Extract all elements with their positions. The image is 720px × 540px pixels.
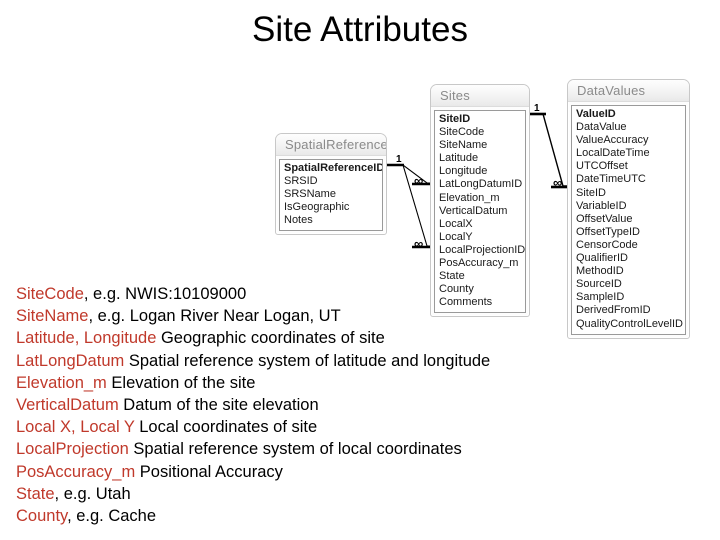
- attribute-line: County, e.g. Cache: [16, 505, 616, 527]
- attribute-line: LatLongDatum Spatial reference system of…: [16, 350, 616, 372]
- er-field: SRSID: [284, 175, 318, 188]
- er-field: DataValue: [576, 121, 627, 134]
- er-field: LocalProjectionID: [439, 243, 525, 256]
- attribute-name: VerticalDatum: [16, 396, 119, 415]
- attribute-name: County: [16, 507, 68, 526]
- cardinality-label-one-spatialrefs: 1: [396, 154, 402, 165]
- attribute-name: PosAccuracy_m: [16, 462, 136, 481]
- er-field: LocalDateTime: [576, 147, 650, 160]
- attribute-line: SiteName, e.g. Logan River Near Logan, U…: [16, 305, 616, 327]
- attribute-line: VerticalDatum Datum of the site elevatio…: [16, 394, 616, 416]
- attribute-name: Local X, Local Y: [16, 418, 135, 437]
- er-field: LocalX: [439, 217, 473, 230]
- er-field: DateTimeUTC: [576, 173, 646, 186]
- attribute-line: Local X, Local Y Local coordinates of si…: [16, 416, 616, 438]
- er-field: ValueID: [576, 108, 616, 120]
- cardinality-label-many-latlongdatum: ∞: [414, 173, 424, 188]
- er-field: SiteName: [439, 139, 488, 152]
- er-field-list-spatialreferences: SpatialReferenceID SRSID SRSName IsGeograph…: [279, 159, 383, 232]
- attribute-description: Datum of the site elevation: [118, 396, 319, 415]
- er-field: Latitude: [439, 152, 479, 165]
- er-field: SiteID: [576, 186, 606, 199]
- attribute-line: Latitude, Longitude Geographic coordinat…: [16, 327, 616, 349]
- er-table-title-sites: Sites: [431, 85, 529, 107]
- er-field: Notes: [284, 214, 313, 227]
- er-field: CensorCode: [576, 238, 638, 251]
- attribute-description: Spatial reference system of latitude and…: [124, 351, 491, 370]
- attribute-line: LocalProjection Spatial reference system…: [16, 438, 616, 460]
- er-field: VariableID: [576, 199, 627, 212]
- cardinality-label-one-sites: 1: [534, 103, 540, 114]
- relationship-line-spatialrefs-latlongdatum: [387, 164, 430, 184]
- attribute-description: Local coordinates of site: [134, 418, 318, 437]
- er-field: UTCOffset: [576, 160, 628, 173]
- er-table-spatialreferences[interactable]: SpatialReferences SpatialReferenceID SRSI…: [275, 133, 387, 236]
- er-table-title-spatialreferences: SpatialReferences: [276, 134, 386, 156]
- attribute-description: Positional Accuracy: [135, 462, 283, 481]
- attribute-line: SiteCode, e.g. NWIS:10109000: [16, 283, 616, 305]
- er-field: SpatialReferenceID: [284, 162, 382, 174]
- er-field: Elevation_m: [439, 191, 500, 204]
- cardinality-label-many-datavalues: ∞: [553, 175, 563, 190]
- attribute-description: , e.g. Cache: [67, 507, 157, 526]
- er-field: IsGeographic: [284, 201, 350, 214]
- er-field: MethodID: [576, 265, 624, 278]
- attribute-name: Latitude, Longitude: [16, 329, 157, 348]
- attribute-name: SiteCode: [16, 285, 84, 303]
- attribute-description: , e.g. NWIS:10109000: [83, 285, 247, 303]
- attribute-line: PosAccuracy_m Positional Accuracy: [16, 461, 616, 483]
- er-field: PosAccuracy_m: [439, 257, 519, 270]
- er-field: VerticalDatum: [439, 204, 508, 217]
- er-field: State: [439, 270, 465, 283]
- er-field: OffsetTypeID: [576, 225, 640, 238]
- attribute-name: LocalProjection: [16, 440, 129, 459]
- attribute-name: Elevation_m: [16, 373, 107, 392]
- attribute-description: , e.g. Logan River Near Logan, UT: [88, 307, 341, 326]
- er-field: QualifierID: [576, 252, 628, 265]
- attribute-name: SiteName: [16, 307, 89, 326]
- er-field: OffsetValue: [576, 212, 633, 225]
- attribute-line: State, e.g. Utah: [16, 483, 616, 505]
- attribute-description: , e.g. Utah: [54, 484, 131, 503]
- er-field: ValueAccuracy: [576, 134, 649, 147]
- attribute-description: Geographic coordinates of site: [156, 329, 385, 348]
- attribute-description-list: SiteCode, e.g. NWIS:10109000 SiteName, e.…: [16, 283, 616, 527]
- er-table-title-datavalues: DataValues: [568, 80, 689, 102]
- cardinality-label-many-localprojection: ∞: [414, 236, 424, 251]
- er-field: LatLongDatumID: [439, 178, 523, 191]
- attribute-name: State: [16, 484, 55, 503]
- er-field: Longitude: [439, 165, 488, 178]
- er-field: SiteCode: [439, 126, 485, 139]
- er-field: SiteID: [439, 113, 471, 125]
- er-field: SRSName: [284, 188, 336, 201]
- attribute-line: Elevation_m Elevation of the site: [16, 372, 616, 394]
- attribute-description: Spatial reference system of local coordi…: [128, 440, 462, 459]
- attribute-name: LatLongDatum: [16, 351, 125, 370]
- attribute-description: Elevation of the site: [106, 373, 256, 392]
- er-field: LocalY: [439, 230, 473, 243]
